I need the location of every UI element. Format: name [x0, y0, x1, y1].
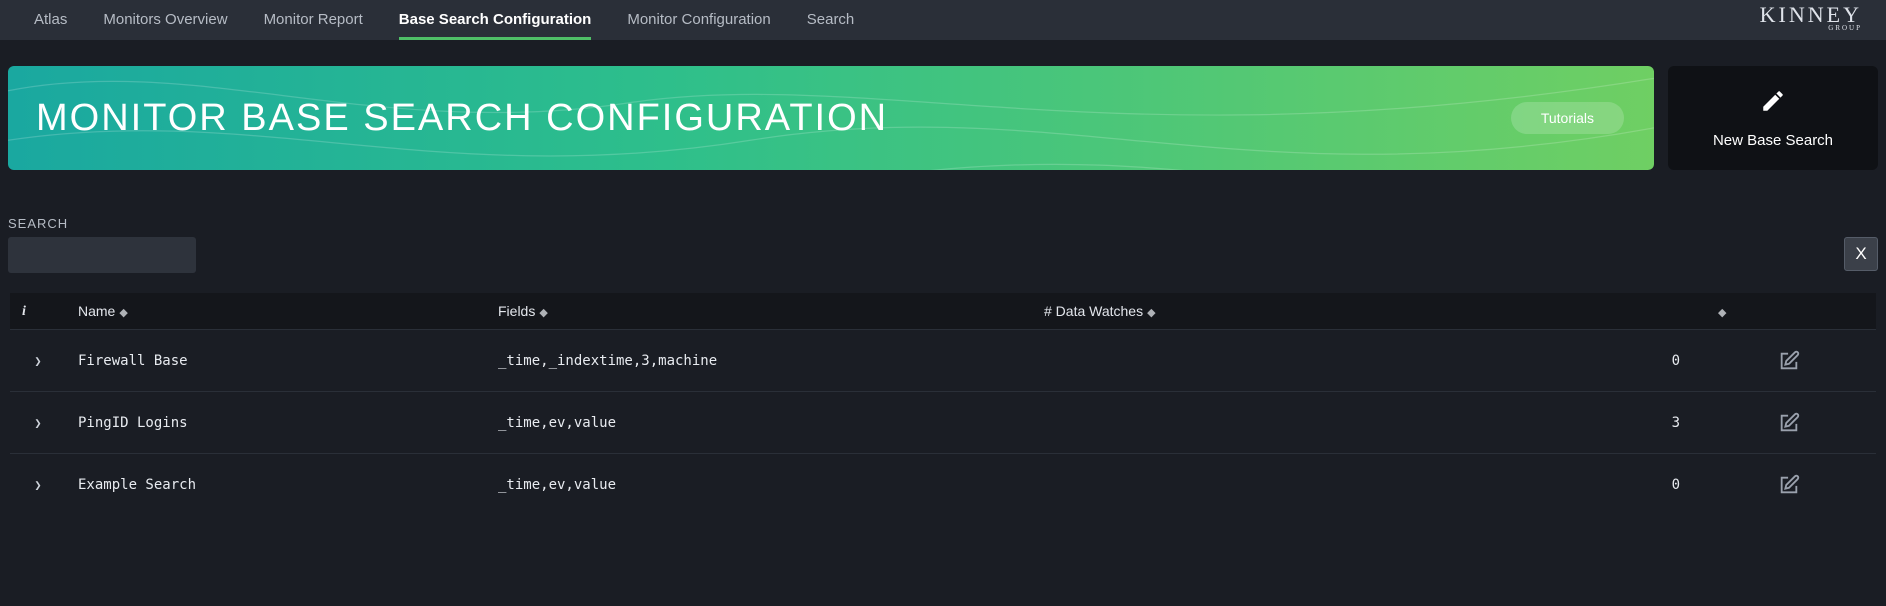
cell-fields: _time,ev,value [486, 477, 1032, 493]
edit-icon [1778, 474, 1800, 496]
edit-icon [1778, 350, 1800, 372]
table-row: ❯ Example Search _time,ev,value 0 [10, 453, 1876, 515]
tutorials-button[interactable]: Tutorials [1511, 102, 1624, 134]
cell-name: PingID Logins [66, 415, 486, 431]
cell-fields: _time,_indextime,3,machine [486, 353, 1032, 369]
cell-fields: _time,ev,value [486, 415, 1032, 431]
sort-icon: ◆ [1147, 307, 1155, 319]
cell-name: Firewall Base [66, 353, 486, 369]
expand-caret-icon[interactable]: ❯ [34, 416, 41, 430]
edit-button[interactable] [1774, 346, 1804, 376]
search-input[interactable] [8, 237, 196, 273]
nav-search[interactable]: Search [789, 0, 873, 40]
edit-icon [1778, 412, 1800, 434]
sort-icon: ◆ [539, 307, 547, 319]
nav-atlas[interactable]: Atlas [16, 0, 85, 40]
nav-monitors-overview[interactable]: Monitors Overview [85, 0, 245, 40]
search-label: SEARCH [8, 216, 1878, 231]
table-header: i Name◆ Fields◆ # Data Watches◆ ◆ [10, 293, 1876, 329]
edit-button[interactable] [1774, 470, 1804, 500]
page-banner: MONITOR BASE SEARCH CONFIGURATION Tutori… [8, 66, 1654, 170]
brand-logo: KINNEY GROUP [1760, 2, 1862, 32]
sort-icon: ◆ [119, 307, 127, 319]
cell-watches: 3 [1032, 415, 1702, 431]
info-icon: i [22, 304, 26, 319]
close-button[interactable]: X [1844, 237, 1878, 271]
col-actions[interactable]: ◆ [1702, 303, 1876, 319]
page-title: MONITOR BASE SEARCH CONFIGURATION [36, 97, 888, 140]
cell-name: Example Search [66, 477, 486, 493]
top-nav: Atlas Monitors Overview Monitor Report B… [0, 0, 1886, 40]
col-name[interactable]: Name◆ [66, 303, 486, 319]
base-search-table: i Name◆ Fields◆ # Data Watches◆ ◆ ❯ Fire… [10, 293, 1876, 515]
col-data-watches[interactable]: # Data Watches◆ [1032, 303, 1702, 319]
cell-watches: 0 [1032, 353, 1702, 369]
cell-watches: 0 [1032, 477, 1702, 493]
new-base-search-label: New Base Search [1713, 132, 1833, 149]
nav-base-search-config[interactable]: Base Search Configuration [381, 0, 610, 40]
nav-monitor-report[interactable]: Monitor Report [246, 0, 381, 40]
edit-button[interactable] [1774, 408, 1804, 438]
expand-caret-icon[interactable]: ❯ [34, 478, 41, 492]
col-fields[interactable]: Fields◆ [486, 303, 1032, 319]
pencil-icon [1760, 88, 1786, 118]
expand-caret-icon[interactable]: ❯ [34, 354, 41, 368]
col-info: i [10, 302, 66, 320]
nav-monitor-configuration[interactable]: Monitor Configuration [609, 0, 788, 40]
table-row: ❯ Firewall Base _time,_indextime,3,machi… [10, 329, 1876, 391]
new-base-search-button[interactable]: New Base Search [1668, 66, 1878, 170]
sort-icon: ◆ [1718, 307, 1726, 319]
table-row: ❯ PingID Logins _time,ev,value 3 [10, 391, 1876, 453]
